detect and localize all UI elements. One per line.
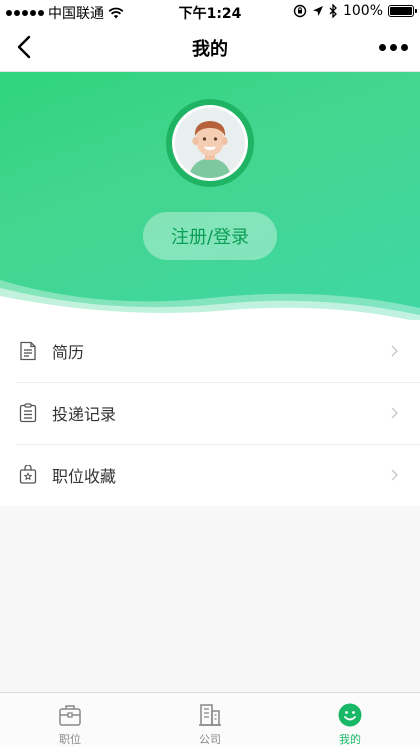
- avatar[interactable]: [166, 99, 254, 187]
- more-button[interactable]: [374, 32, 412, 62]
- menu-item-label: 投递记录: [52, 405, 117, 424]
- register-login-button[interactable]: 注册/登录: [143, 212, 277, 260]
- menu-item-label: 职位收藏: [52, 467, 117, 486]
- favorites-icon: [17, 464, 39, 486]
- battery-icon: [388, 5, 417, 17]
- briefcase-icon: [56, 701, 84, 728]
- location-icon: [312, 6, 323, 16]
- menu-item-resume[interactable]: 简历: [0, 320, 420, 382]
- tab-label: 我的: [339, 733, 361, 746]
- profile-menu: 简历 投递记录 职位收藏: [0, 320, 420, 506]
- page-title: 我的: [192, 39, 228, 60]
- bluetooth-icon: [329, 4, 337, 18]
- more-dot-icon: [389, 43, 397, 51]
- nav-bar: 我的: [0, 22, 420, 72]
- tab-me[interactable]: 我的: [280, 693, 420, 747]
- battery-percent: 100%: [342, 3, 383, 19]
- status-bar: 中国联通 下午1:24 100%: [0, 0, 420, 22]
- rotation-lock-icon: [293, 4, 307, 18]
- tab-companies[interactable]: 公司: [140, 693, 280, 747]
- menu-item-delivery-record[interactable]: 投递记录: [0, 382, 420, 444]
- avatar-image: [175, 108, 245, 178]
- resume-icon: [17, 340, 39, 362]
- chevron-right-icon: [391, 345, 398, 357]
- smile-icon: [336, 701, 364, 728]
- chevron-right-icon: [391, 469, 398, 481]
- more-dot-icon: [400, 43, 408, 51]
- status-right: 100%: [293, 3, 417, 19]
- chevron-right-icon: [391, 407, 398, 419]
- menu-item-favorites[interactable]: 职位收藏: [0, 444, 420, 506]
- tab-label: 公司: [199, 733, 221, 746]
- building-icon: [196, 701, 224, 728]
- delivery-record-icon: [17, 402, 39, 424]
- tab-label: 职位: [59, 733, 81, 746]
- avatar-frame: [172, 105, 248, 181]
- tab-bar: 职位 公司 我的: [0, 692, 420, 747]
- tab-jobs[interactable]: 职位: [0, 693, 140, 747]
- menu-item-label: 简历: [52, 343, 85, 362]
- more-dot-icon: [378, 43, 386, 51]
- profile-header: 注册/登录: [0, 72, 420, 330]
